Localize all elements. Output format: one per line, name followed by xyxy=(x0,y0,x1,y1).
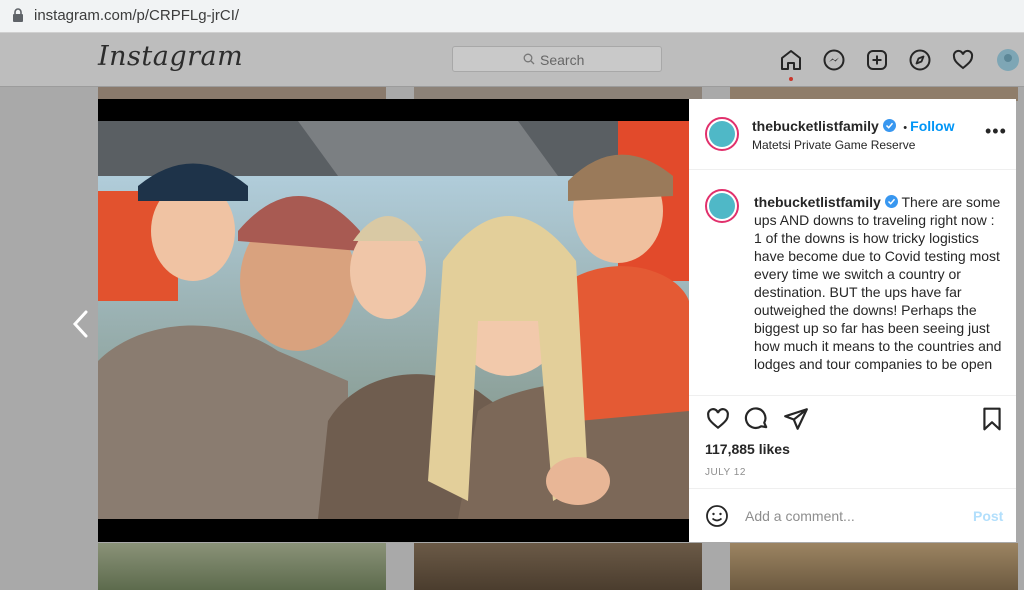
top-navigation: Instagram Search xyxy=(0,33,1024,87)
like-heart-icon[interactable] xyxy=(705,406,731,432)
feed-thumbnail xyxy=(730,543,1018,590)
feed-thumbnail xyxy=(414,543,702,590)
comment-icon[interactable] xyxy=(744,406,770,432)
add-comment-row: Add a comment... Post xyxy=(689,488,1016,544)
post-details-panel: thebucketlistfamily • Follow Matetsi Priv… xyxy=(689,99,1016,542)
previous-post-arrow-icon[interactable] xyxy=(70,309,92,339)
post-date: JULY 12 xyxy=(705,467,746,478)
home-notification-dot xyxy=(789,77,793,81)
search-input[interactable]: Search xyxy=(452,46,662,72)
post-media[interactable] xyxy=(98,99,689,542)
share-icon[interactable] xyxy=(783,406,809,432)
likes-count[interactable]: 117,885 likes xyxy=(705,441,790,457)
caption-username[interactable]: thebucketlistfamily xyxy=(754,194,881,210)
feed-thumbnail xyxy=(98,543,386,590)
lock-icon xyxy=(13,8,23,22)
page-backdrop[interactable]: Instagram Search thebucketlistfamily • F… xyxy=(0,33,1024,590)
search-icon xyxy=(523,53,535,65)
post-location[interactable]: Matetsi Private Game Reserve xyxy=(752,138,915,152)
save-bookmark-icon[interactable] xyxy=(979,406,1005,432)
browser-url[interactable]: instagram.com/p/CRPFLg-jrCI/ xyxy=(34,7,239,24)
post-comment-button[interactable]: Post xyxy=(973,508,1003,524)
comment-input[interactable]: Add a comment... xyxy=(745,508,855,524)
instagram-logo[interactable]: Instagram xyxy=(98,41,243,72)
header-separator: • xyxy=(903,122,908,134)
home-icon[interactable] xyxy=(779,48,803,72)
emoji-icon[interactable] xyxy=(705,504,729,528)
author-avatar[interactable] xyxy=(705,117,739,151)
search-placeholder: Search xyxy=(540,52,585,68)
verified-badge-icon xyxy=(884,195,898,208)
follow-button[interactable]: Follow xyxy=(910,118,954,134)
caption-author-avatar[interactable] xyxy=(705,189,739,223)
activity-heart-icon[interactable] xyxy=(951,48,975,72)
profile-avatar-icon[interactable] xyxy=(996,48,1020,72)
post-header: thebucketlistfamily • Follow Matetsi Priv… xyxy=(689,99,1016,170)
more-options-button[interactable]: ••• xyxy=(985,122,1007,140)
explore-icon[interactable] xyxy=(908,48,932,72)
new-post-icon[interactable] xyxy=(865,48,889,72)
messenger-icon[interactable] xyxy=(822,48,846,72)
browser-address-bar[interactable]: instagram.com/p/CRPFLg-jrCI/ xyxy=(0,0,1024,33)
caption-text: There are some ups AND downs to travelin… xyxy=(754,194,1002,372)
family-selfie-photo xyxy=(98,121,689,519)
post-caption: thebucketlistfamily There are some ups A… xyxy=(754,193,1004,373)
author-username[interactable]: thebucketlistfamily xyxy=(752,118,879,134)
post-header-text: thebucketlistfamily • Follow xyxy=(752,118,954,136)
post-actions: 117,885 likes JULY 12 Add a comment... P… xyxy=(689,395,1016,543)
verified-badge-icon xyxy=(882,119,896,132)
